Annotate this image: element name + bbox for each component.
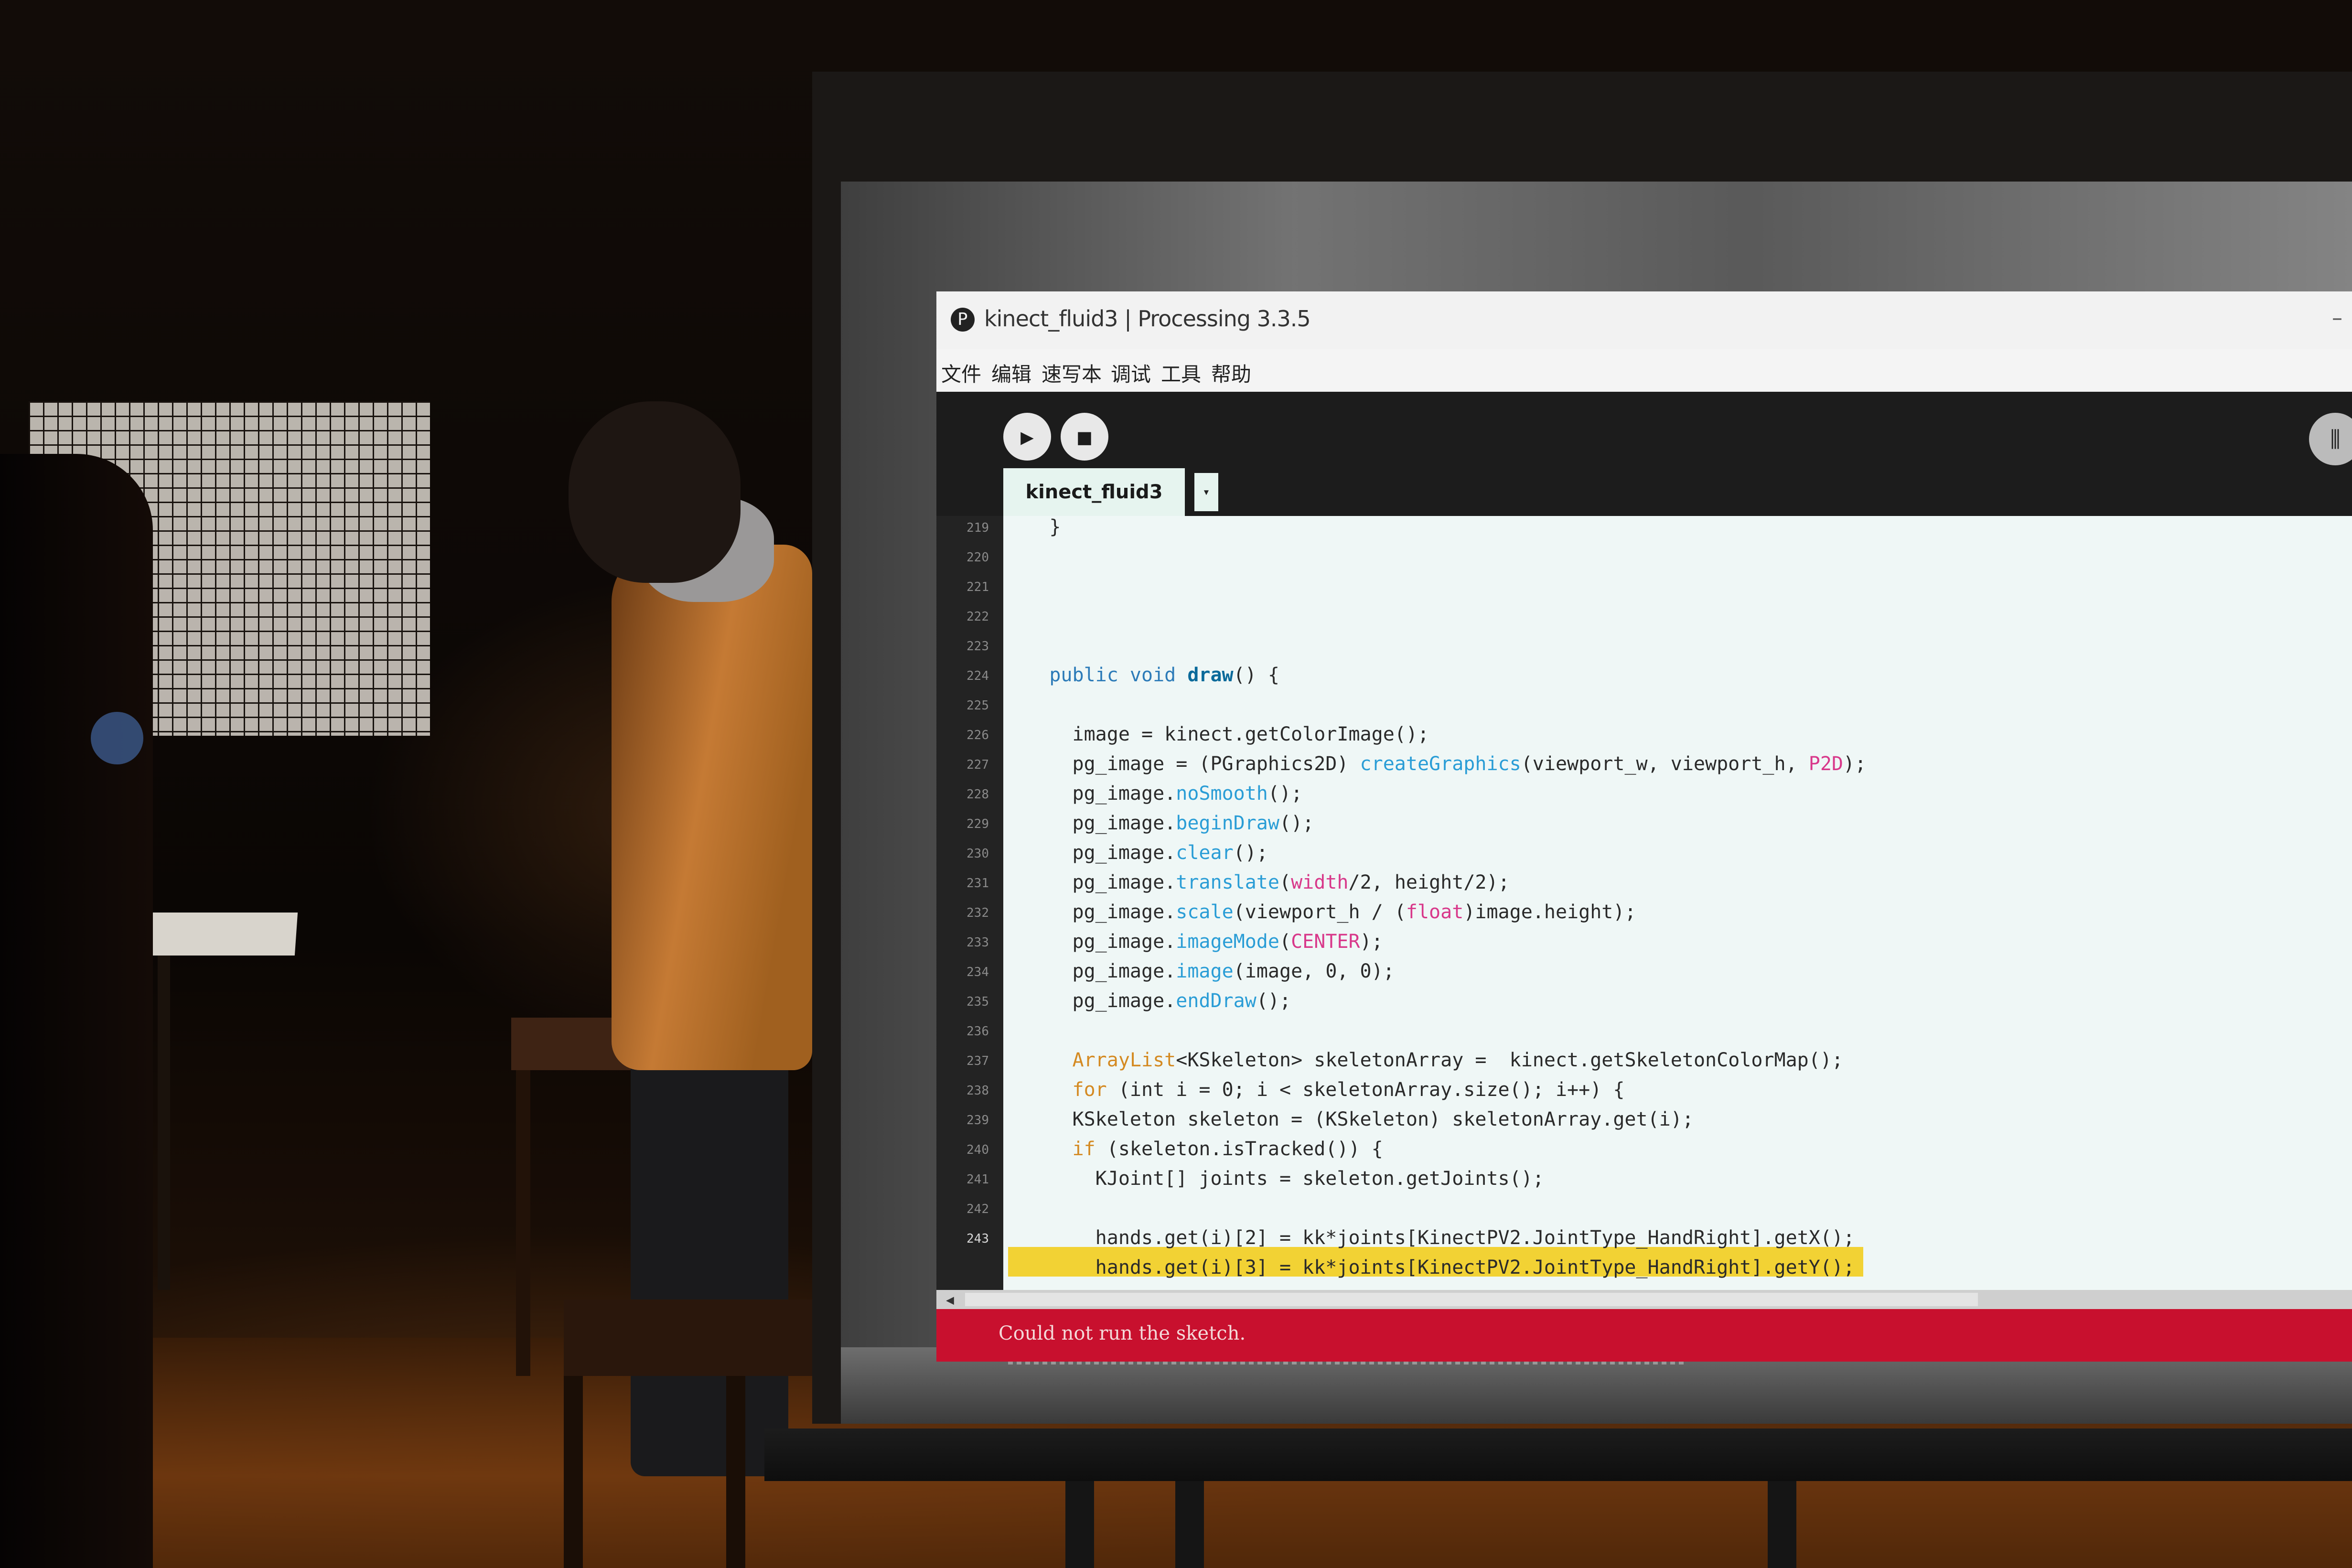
line-number: 231: [967, 876, 989, 891]
line-number: 225: [967, 698, 989, 713]
code-line: pg_image.translate(width/2, height/2);: [1003, 871, 1510, 893]
line-number: 238: [967, 1084, 989, 1098]
code-line: }: [1003, 516, 1061, 538]
screen-stand-bar: [764, 1428, 2352, 1481]
line-number: 222: [967, 610, 989, 624]
table-leg: [158, 956, 170, 1290]
code-line: hands.get(i)[3] = kk*joints[KinectPV2.Jo…: [1003, 1257, 1855, 1278]
code-line: image = kinect.getColorImage();: [1003, 723, 1429, 745]
code-line: pg_image.endDraw();: [1003, 990, 1291, 1012]
line-number: 230: [967, 847, 989, 861]
processing-icon: P: [951, 308, 975, 332]
processing-ide-window: P kinect_fluid3 | Processing 3.3.5 – 文件 …: [936, 291, 2352, 1364]
code-line: pg_image.scale(viewport_h / (float)image…: [1003, 901, 1636, 923]
scroll-thumb[interactable]: [965, 1293, 1978, 1306]
tab-kinect-fluid3[interactable]: kinect_fluid3: [1003, 468, 1185, 516]
window-title: kinect_fluid3 | Processing 3.3.5: [984, 306, 1311, 332]
code-line: for (int i = 0; i < skeletonArray.size()…: [1072, 1079, 1625, 1101]
person-head: [569, 401, 741, 583]
line-number: 241: [967, 1172, 989, 1187]
code-line: KSkeleton skeleton = (KSkeleton) skeleto…: [1003, 1108, 1694, 1130]
code-line: public void draw() {: [1049, 664, 1279, 686]
run-button[interactable]: ▶: [1003, 413, 1051, 461]
line-number-gutter: 219 220 221 222 223 224 225 226 227 228 229 230 231 2…: [936, 516, 1003, 1290]
dark-figure: [0, 454, 153, 1568]
line-number: 237: [967, 1054, 989, 1068]
code-line: pg_image.clear();: [1003, 842, 1268, 864]
code-line: pg_image.beginDraw();: [1003, 812, 1314, 834]
line-number: 228: [967, 787, 989, 802]
line-number: 224: [967, 669, 989, 683]
stand-leg: [1175, 1481, 1204, 1568]
code-line: hands.get(i)[2] = kk*joints[KinectPV2.Jo…: [1003, 1227, 1855, 1249]
line-number: 232: [967, 906, 989, 920]
code-line: if (skeleton.isTracked()) {: [1072, 1138, 1383, 1160]
bench-leg: [516, 1070, 530, 1376]
line-number: 226: [967, 728, 989, 742]
stand-leg: [1768, 1481, 1796, 1568]
line-number: 223: [967, 639, 989, 654]
code-line: KJoint[] joints = skeleton.getJoints();: [1003, 1168, 1544, 1190]
line-number: 235: [967, 995, 989, 1009]
menu-help[interactable]: 帮助: [1211, 358, 1251, 387]
menu-debug[interactable]: 调试: [1111, 358, 1151, 387]
title-bar: P kinect_fluid3 | Processing 3.3.5 –: [936, 291, 2352, 349]
menu-edit[interactable]: 编辑: [991, 358, 1031, 387]
line-number: 239: [967, 1113, 989, 1128]
line-number: 236: [967, 1024, 989, 1039]
code-line: pg_image.imageMode(CENTER);: [1003, 931, 1383, 953]
code-line: pg_image.image(image, 0, 0);: [1003, 960, 1395, 982]
stand-leg: [1065, 1481, 1094, 1568]
minimize-button[interactable]: –: [2332, 306, 2342, 330]
stool-leg: [564, 1376, 583, 1568]
console-divider: [1008, 1362, 1686, 1364]
line-number: 221: [967, 580, 989, 594]
line-number: 220: [967, 550, 989, 565]
menu-tools[interactable]: 工具: [1161, 358, 1201, 387]
line-number: 229: [967, 817, 989, 831]
person-jacket: [612, 545, 812, 1070]
line-number: 233: [967, 935, 989, 950]
code-line: pg_image.noSmooth();: [1003, 783, 1303, 805]
menu-file[interactable]: 文件: [941, 358, 981, 387]
line-number: 234: [967, 965, 989, 979]
line-number: 219: [967, 521, 989, 535]
line-number: 243: [967, 1232, 989, 1246]
line-number: 240: [967, 1143, 989, 1157]
code-line: pg_image = (PGraphics2D) createGraphics(…: [1003, 753, 1867, 775]
code-line: ArrayList<KSkeleton> skeletonArray = kin…: [1072, 1049, 1844, 1071]
menu-bar: 文件 编辑 速写本 调试 工具 帮助: [936, 349, 2352, 392]
mode-button[interactable]: ⫼: [2309, 413, 2352, 465]
person-legs: [631, 1046, 788, 1476]
blue-object: [91, 712, 143, 764]
scroll-left-arrow-icon[interactable]: ◀: [946, 1292, 954, 1308]
stool-leg: [726, 1376, 745, 1568]
stool: [564, 1300, 812, 1376]
error-message: Could not run the sketch.: [999, 1322, 1246, 1344]
tab-menu-chevron-down-icon[interactable]: ▾: [1194, 473, 1218, 511]
line-number: 242: [967, 1202, 989, 1216]
line-number: 227: [967, 758, 989, 772]
menu-sketch[interactable]: 速写本: [1042, 358, 1102, 387]
stop-button[interactable]: ■: [1061, 413, 1108, 461]
